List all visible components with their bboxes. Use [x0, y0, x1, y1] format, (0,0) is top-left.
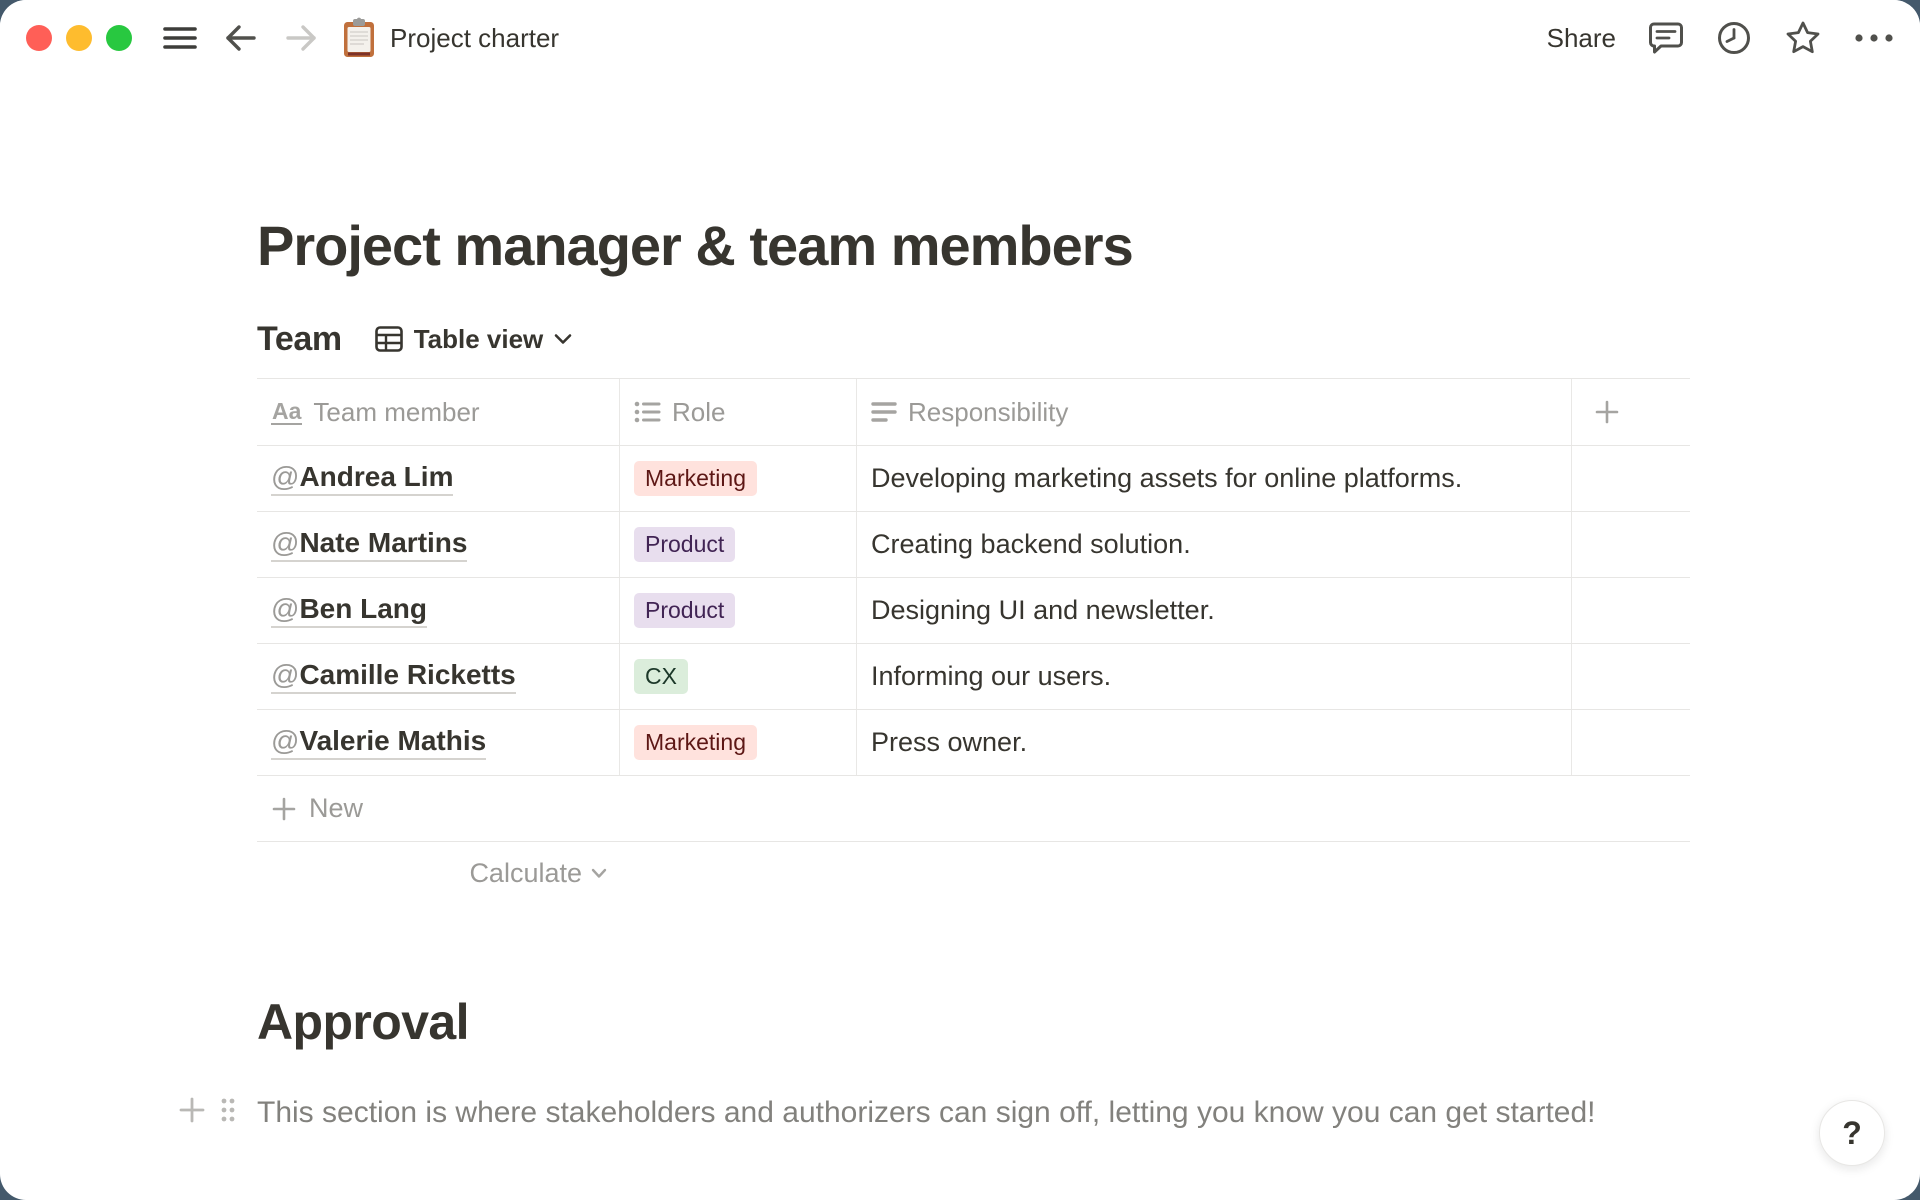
- select-property-icon: [634, 399, 661, 425]
- plus-icon: [1594, 399, 1620, 425]
- sidebar-menu-button[interactable]: [162, 23, 198, 53]
- forward-button[interactable]: [284, 23, 318, 53]
- role-tag: CX: [634, 658, 688, 695]
- team-section-heading: Team: [257, 319, 342, 358]
- help-button[interactable]: ?: [1819, 1100, 1885, 1166]
- cell-team-member[interactable]: @Ben Lang: [257, 578, 620, 644]
- clock-icon: [1716, 20, 1752, 56]
- role-tag: Product: [634, 526, 736, 563]
- person-mention[interactable]: @Nate Martins: [271, 527, 468, 563]
- table-row: @Valerie Mathis Marketing Press owner.: [257, 710, 1690, 777]
- cell-team-member[interactable]: @Camille Ricketts: [257, 644, 620, 710]
- person-mention[interactable]: @Ben Lang: [271, 593, 427, 629]
- cell-team-member[interactable]: @Andrea Lim: [257, 446, 620, 512]
- question-mark-icon: ?: [1842, 1114, 1862, 1151]
- cell-extra[interactable]: [1572, 710, 1690, 775]
- zoom-window-button[interactable]: [106, 25, 132, 51]
- cell-role[interactable]: Product: [620, 512, 857, 578]
- window-titlebar: Project charter Share: [0, 0, 1920, 76]
- column-header-team-member[interactable]: Aa Team member: [257, 379, 620, 446]
- view-label: Table view: [413, 323, 544, 354]
- chevron-down-icon: [553, 332, 573, 346]
- table-row: @Nate Martins Product Creating backend s…: [257, 512, 1690, 579]
- title-property-icon: Aa: [271, 398, 303, 426]
- text-property-icon: [871, 399, 897, 425]
- drag-handle-icon[interactable]: [220, 1097, 236, 1123]
- role-tag: Marketing: [634, 724, 757, 761]
- cell-role[interactable]: CX: [620, 644, 857, 710]
- cell-team-member[interactable]: @Nate Martins: [257, 512, 620, 578]
- back-arrow-icon: [224, 23, 258, 53]
- more-options-button[interactable]: [1854, 33, 1894, 43]
- table-header-row: Aa Team member Role Responsibility: [257, 378, 1690, 447]
- table-row: @Ben Lang Product Designing UI and newsl…: [257, 578, 1690, 645]
- forward-arrow-icon: [284, 23, 318, 53]
- page-title: Project manager & team members: [257, 214, 1134, 277]
- ellipsis-icon: [1854, 33, 1894, 43]
- table-row: @Camille Ricketts CX Informing our users…: [257, 644, 1690, 711]
- cell-responsibility[interactable]: Developing marketing assets for online p…: [857, 446, 1572, 512]
- calculate-button[interactable]: Calculate: [257, 842, 620, 904]
- person-mention[interactable]: @Valerie Mathis: [271, 725, 487, 761]
- cell-role[interactable]: Product: [620, 578, 857, 644]
- new-row-button[interactable]: New: [257, 776, 1690, 843]
- role-tag: Product: [634, 592, 736, 629]
- cell-extra[interactable]: [1572, 512, 1690, 577]
- add-column-button[interactable]: [1572, 379, 1690, 445]
- cell-responsibility[interactable]: Designing UI and newsletter.: [857, 578, 1572, 644]
- history-button[interactable]: [1716, 20, 1752, 56]
- hamburger-icon: [162, 23, 198, 53]
- person-mention[interactable]: @Andrea Lim: [271, 461, 454, 497]
- cell-responsibility[interactable]: Press owner.: [857, 710, 1572, 776]
- add-block-button[interactable]: [177, 1095, 207, 1125]
- plus-icon: [271, 796, 297, 822]
- page-title-breadcrumb: Project charter: [390, 22, 560, 53]
- role-tag: Marketing: [634, 460, 757, 497]
- comments-button[interactable]: [1648, 21, 1684, 55]
- cell-role[interactable]: Marketing: [620, 710, 857, 776]
- table-view-icon: [374, 324, 404, 354]
- cell-role[interactable]: Marketing: [620, 446, 857, 512]
- paragraph-block: This section is where stakeholders and a…: [179, 1090, 1677, 1135]
- minimize-window-button[interactable]: [66, 25, 92, 51]
- breadcrumb[interactable]: Project charter: [340, 17, 559, 59]
- person-mention[interactable]: @Camille Ricketts: [271, 659, 516, 695]
- table-view-switcher[interactable]: Table view: [374, 324, 574, 355]
- star-icon: [1784, 20, 1822, 56]
- chevron-down-icon: [590, 867, 608, 880]
- back-button[interactable]: [224, 23, 258, 53]
- cell-responsibility[interactable]: Creating backend solution.: [857, 512, 1572, 578]
- cell-extra[interactable]: [1572, 644, 1690, 709]
- approval-paragraph[interactable]: This section is where stakeholders and a…: [257, 1090, 1677, 1135]
- column-header-role[interactable]: Role: [620, 379, 857, 446]
- clipboard-icon: [340, 17, 378, 59]
- cell-extra[interactable]: [1572, 578, 1690, 643]
- team-table: Aa Team member Role Responsibility @Andr…: [257, 378, 1690, 904]
- column-header-responsibility[interactable]: Responsibility: [857, 379, 1572, 446]
- cell-extra[interactable]: [1572, 446, 1690, 511]
- comment-icon: [1648, 21, 1684, 55]
- approval-section-heading: Approval: [257, 994, 470, 1051]
- table-row: @Andrea Lim Marketing Developing marketi…: [257, 446, 1690, 513]
- favorite-button[interactable]: [1784, 20, 1822, 56]
- cell-responsibility[interactable]: Informing our users.: [857, 644, 1572, 710]
- cell-team-member[interactable]: @Valerie Mathis: [257, 710, 620, 776]
- close-window-button[interactable]: [26, 25, 52, 51]
- traffic-lights: [26, 25, 132, 51]
- notion-window: Project charter Share Project manager & …: [0, 0, 1920, 1200]
- share-button[interactable]: Share: [1547, 23, 1616, 54]
